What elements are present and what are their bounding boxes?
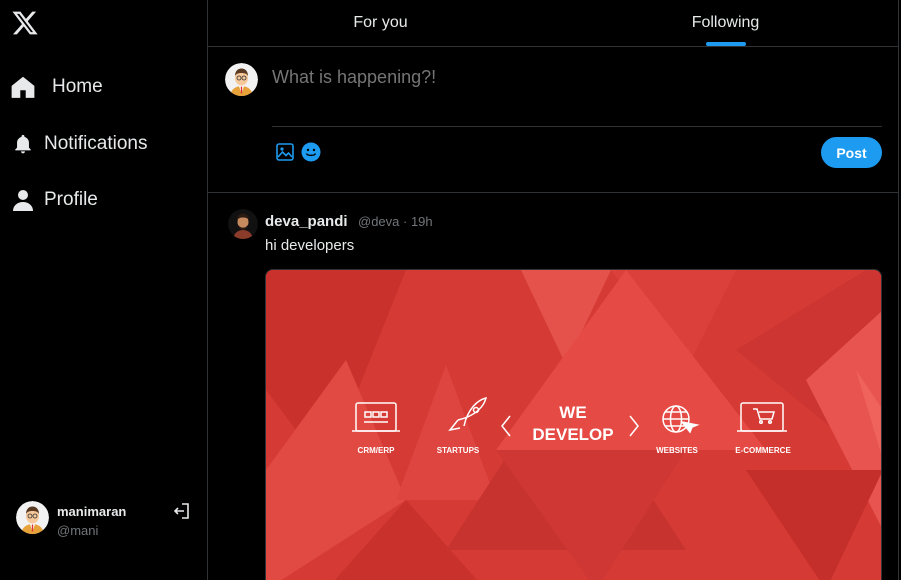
tab-for-you[interactable]: For you (208, 0, 553, 46)
bell-icon (10, 131, 36, 157)
home-icon (10, 74, 36, 100)
x-logo-icon[interactable] (11, 9, 39, 37)
post-author[interactable]: deva_pandi (265, 213, 348, 230)
post-button[interactable]: Post (821, 137, 882, 168)
sidebar-item-profile[interactable]: Profile (10, 182, 98, 218)
sidebar-item-notifications[interactable]: Notifications (10, 126, 148, 162)
post-text: hi developers (265, 237, 355, 254)
avatar[interactable] (228, 209, 258, 239)
logout-icon[interactable] (172, 501, 192, 521)
sidebar-item-label: Profile (44, 189, 98, 210)
post-card[interactable]: deva_pandi @deva · 19h hi developers WE … (208, 193, 899, 580)
post-composer: Post (208, 47, 899, 193)
user-name: manimaran (57, 504, 127, 519)
banner-item-label: WEBSITES (656, 446, 698, 455)
tab-following[interactable]: Following (553, 0, 898, 46)
feed-tabs: For you Following (208, 0, 899, 47)
sidebar-item-label: Notifications (44, 133, 148, 154)
user-handle: @mani (57, 523, 99, 538)
banner-headline-line2: DEVELOP (532, 425, 613, 444)
post-meta: @deva · 19h (358, 214, 433, 229)
banner-headline-line1: WE (559, 403, 586, 422)
account-switcher[interactable]: manimaran @mani (16, 499, 196, 539)
we-develop-banner: WE DEVELOP CRM/ERP STARTUPS WEBSITES E-C… (266, 270, 881, 580)
person-icon (10, 187, 36, 213)
main-feed: For you Following What is happening?! Po… (208, 0, 899, 580)
active-tab-indicator (706, 42, 746, 46)
avatar[interactable] (16, 501, 49, 534)
post-image[interactable]: WE DEVELOP CRM/ERP STARTUPS WEBSITES E-C… (265, 269, 882, 580)
compose-input[interactable] (272, 67, 872, 88)
emoji-icon[interactable] (301, 142, 321, 162)
image-icon[interactable] (275, 142, 295, 162)
sidebar-item-home[interactable]: Home (10, 69, 103, 105)
composer-divider (272, 126, 882, 127)
sidebar-item-label: Home (52, 76, 103, 97)
banner-item-label: CRM/ERP (358, 446, 396, 455)
banner-item-label: E-COMMERCE (735, 446, 791, 455)
avatar[interactable] (225, 63, 258, 96)
banner-item-label: STARTUPS (437, 446, 480, 455)
sidebar: Home Notifications Profile manimaran @ma… (0, 0, 208, 580)
tab-label: For you (353, 14, 408, 31)
